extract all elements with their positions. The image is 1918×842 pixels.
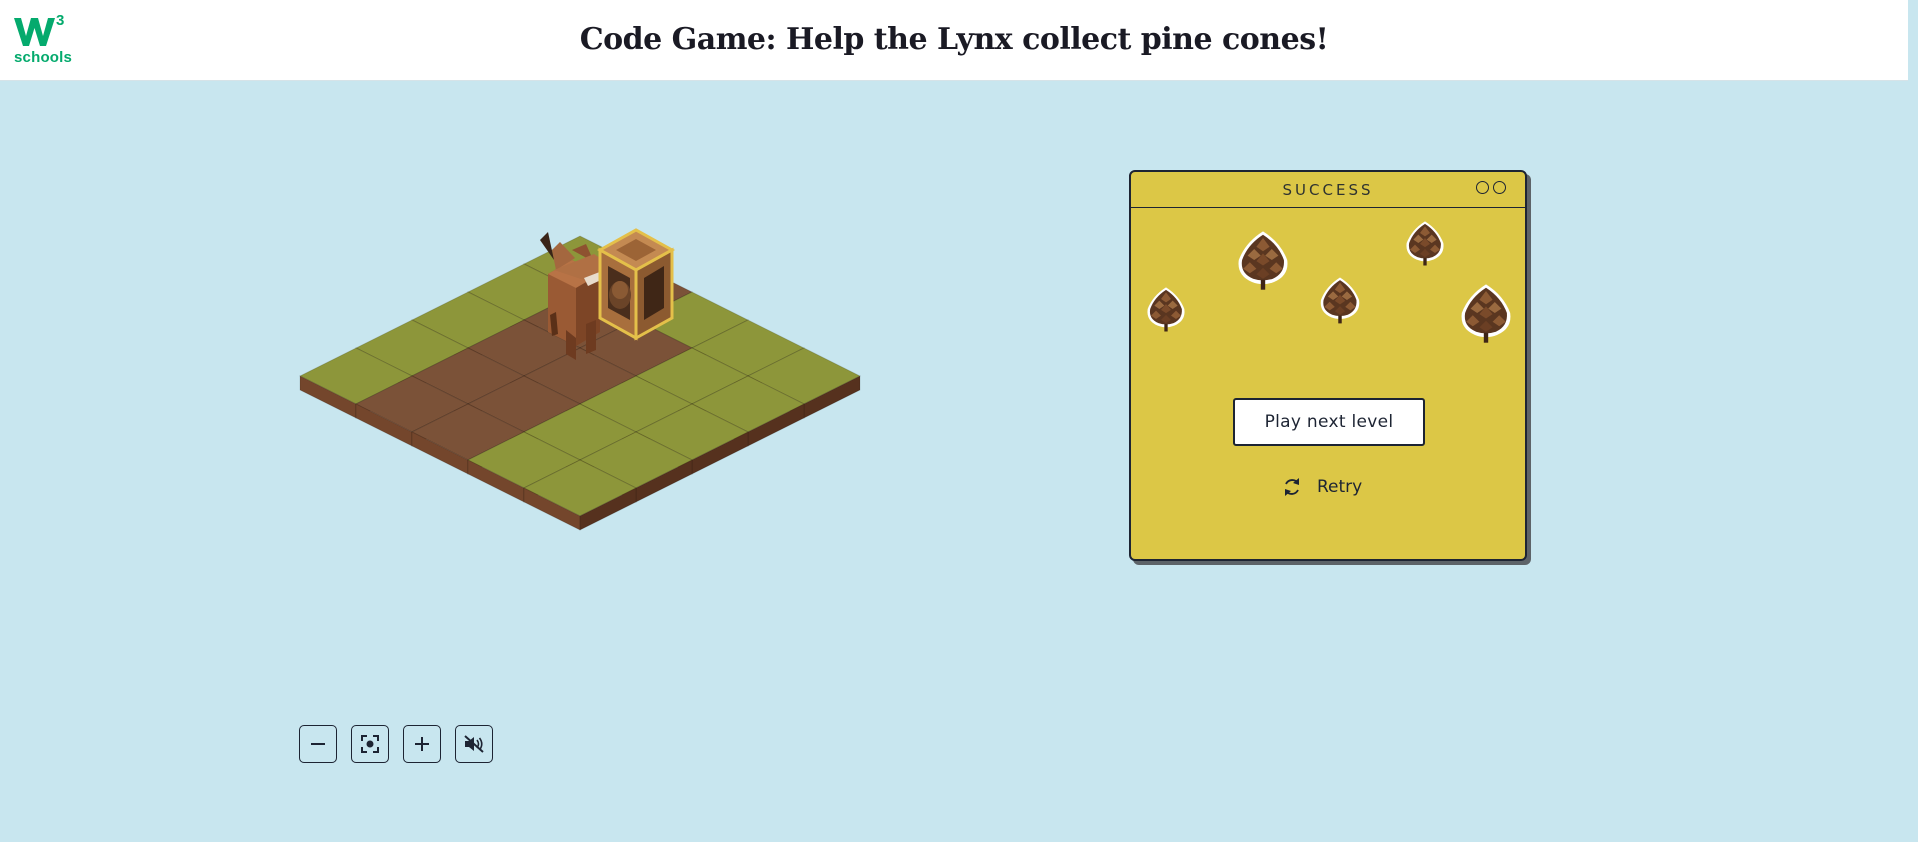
window-dot-icon (1493, 181, 1506, 194)
pine-cone-icon (1314, 272, 1366, 328)
pine-cone-icon (1141, 282, 1191, 336)
success-dialog: SUCCESS Play next level Retry (1129, 170, 1527, 561)
dialog-title: SUCCESS (1282, 181, 1374, 199)
recenter-button[interactable] (351, 725, 389, 763)
speaker-muted-icon (464, 735, 484, 753)
zoom-in-button[interactable] (403, 725, 441, 763)
header-bar: 3 schools Code Game: Help the Lynx colle… (0, 0, 1908, 81)
retry-icon (1285, 478, 1299, 496)
zoom-out-button[interactable] (299, 725, 337, 763)
pine-cone-icon (1400, 216, 1450, 270)
pine-cone-icon (1453, 278, 1519, 348)
minus-icon (311, 743, 325, 745)
crate-item (596, 228, 676, 341)
window-dot-icon (1476, 181, 1489, 194)
plus-icon (415, 737, 429, 751)
dialog-title-bar: SUCCESS (1131, 172, 1525, 208)
play-next-level-button[interactable]: Play next level (1233, 398, 1425, 446)
focus-icon (361, 735, 379, 753)
pine-cone-icon (1230, 225, 1296, 295)
retry-button[interactable]: Retry (1281, 472, 1362, 502)
page-title: Code Game: Help the Lynx collect pine co… (579, 22, 1329, 57)
game-board (298, 228, 862, 531)
retry-label: Retry (1317, 477, 1363, 497)
mute-button[interactable] (455, 725, 493, 763)
